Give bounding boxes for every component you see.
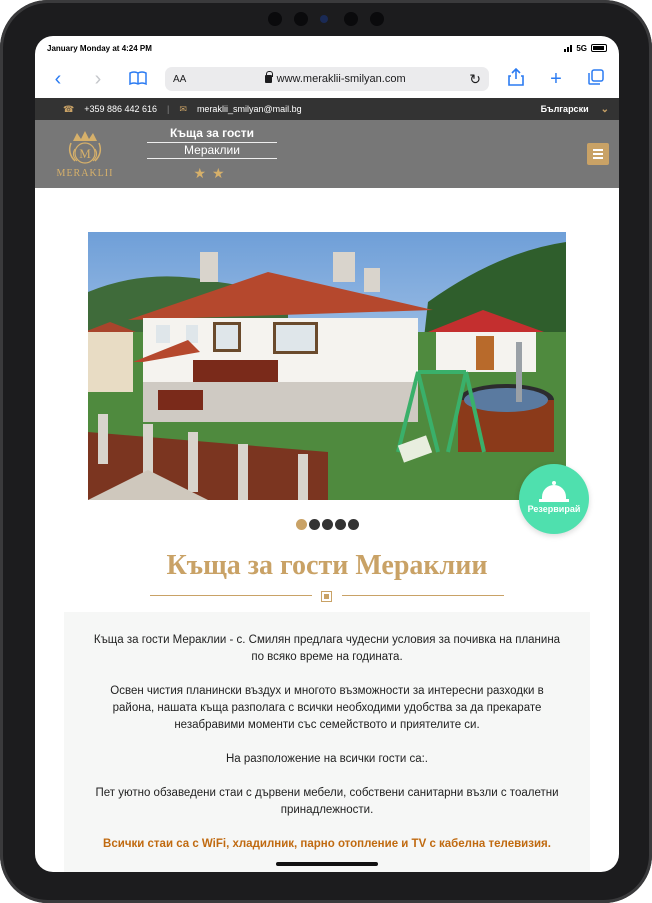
contact-bar: ☎ +359 886 442 616 | ✉ meraklii_smilyan@… bbox=[35, 98, 619, 120]
status-bar: January Monday at 4:24 PM 5G bbox=[35, 36, 619, 60]
slider-dot-2[interactable] bbox=[308, 519, 320, 530]
amenities-highlight: Всички стаи са с WiFi, хладилник, парно … bbox=[103, 838, 551, 850]
star-rating: ★★ bbox=[193, 165, 231, 181]
camera-dot bbox=[294, 12, 308, 26]
book-icon[interactable] bbox=[125, 69, 151, 89]
page-title: Къща за гости Мераклии bbox=[166, 550, 488, 581]
share-icon[interactable] bbox=[503, 67, 529, 90]
intro-paragraph: Пет уютно обзаведени стаи с дървени мебе… bbox=[95, 787, 559, 816]
screen: January Monday at 4:24 PM 5G ‹ › AA www.… bbox=[35, 36, 619, 872]
service-bell-icon bbox=[539, 480, 569, 502]
logo-text: MERAKLII bbox=[56, 168, 114, 179]
url-display[interactable]: www.meraklii-smilyan.com bbox=[201, 71, 469, 85]
chevron-down-icon: ⌄ bbox=[600, 103, 609, 115]
camera-dot bbox=[268, 12, 282, 26]
mail-icon: ✉ bbox=[179, 103, 187, 114]
phone-link[interactable]: +359 886 442 616 bbox=[84, 104, 157, 114]
intro-paragraph: На разположение на всички гости са:. bbox=[225, 753, 428, 765]
site-header: M MERAKLII Къща за гости Мераклии ★★ bbox=[35, 120, 619, 188]
menu-icon[interactable] bbox=[587, 143, 609, 165]
forward-icon[interactable]: › bbox=[85, 69, 111, 89]
slider-dot-4[interactable] bbox=[334, 519, 346, 530]
tablet-frame: January Monday at 4:24 PM 5G ‹ › AA www.… bbox=[0, 0, 652, 903]
tabs-icon[interactable] bbox=[583, 69, 609, 89]
url-text: www.meraklii-smilyan.com bbox=[276, 73, 406, 85]
slider-dot-1[interactable] bbox=[295, 519, 307, 530]
network-label: 5G bbox=[576, 43, 587, 53]
plus-icon[interactable]: + bbox=[543, 69, 569, 89]
reserve-button-label: Резервирай bbox=[527, 503, 581, 514]
crown-icon: M bbox=[68, 131, 102, 164]
divider: | bbox=[167, 104, 170, 114]
slider-dot-5[interactable] bbox=[347, 519, 359, 530]
camera-dot bbox=[370, 12, 384, 26]
back-icon[interactable]: ‹ bbox=[45, 69, 71, 89]
browser-toolbar: ‹ › AA www.meraklii-smilyan.com ↻ + bbox=[35, 60, 619, 98]
brand-title-line1: Къща за гости bbox=[169, 126, 255, 140]
camera-dot bbox=[344, 12, 358, 26]
camera-lens bbox=[320, 15, 328, 23]
intro-paragraph: Освен чистия планински въздух и многото … bbox=[110, 685, 544, 731]
status-time: January Monday at 4:24 PM bbox=[47, 43, 152, 53]
language-selector[interactable]: Български ⌄ bbox=[541, 104, 609, 115]
ornamental-divider bbox=[150, 590, 504, 602]
brand-title[interactable]: Къща за гости Мераклии ★★ bbox=[147, 126, 277, 182]
address-bar[interactable]: AA www.meraklii-smilyan.com ↻ bbox=[165, 67, 489, 91]
signal-icon bbox=[564, 44, 573, 52]
logo-letter: M bbox=[79, 146, 91, 161]
text-size-button[interactable]: AA bbox=[173, 74, 201, 85]
home-indicator[interactable] bbox=[276, 862, 378, 866]
lock-icon bbox=[264, 71, 273, 83]
email-link[interactable]: meraklii_smilyan@mail.bg bbox=[197, 104, 302, 114]
slider-dot-3[interactable] bbox=[321, 519, 333, 530]
site-logo[interactable]: M MERAKLII bbox=[53, 129, 117, 179]
hero-slider-image[interactable] bbox=[88, 232, 566, 500]
intro-paragraph: Къща за гости Мераклии - с. Смилян предл… bbox=[93, 634, 561, 663]
battery-icon bbox=[591, 44, 607, 52]
intro-text-box: Къща за гости Мераклии - с. Смилян предл… bbox=[64, 612, 590, 872]
reload-icon[interactable]: ↻ bbox=[469, 71, 481, 88]
phone-icon: ☎ bbox=[63, 103, 75, 114]
slider-pagination bbox=[35, 519, 619, 530]
brand-title-line2: Мераклии bbox=[147, 142, 277, 159]
status-indicators: 5G bbox=[564, 44, 607, 53]
language-label: Български bbox=[540, 104, 589, 114]
